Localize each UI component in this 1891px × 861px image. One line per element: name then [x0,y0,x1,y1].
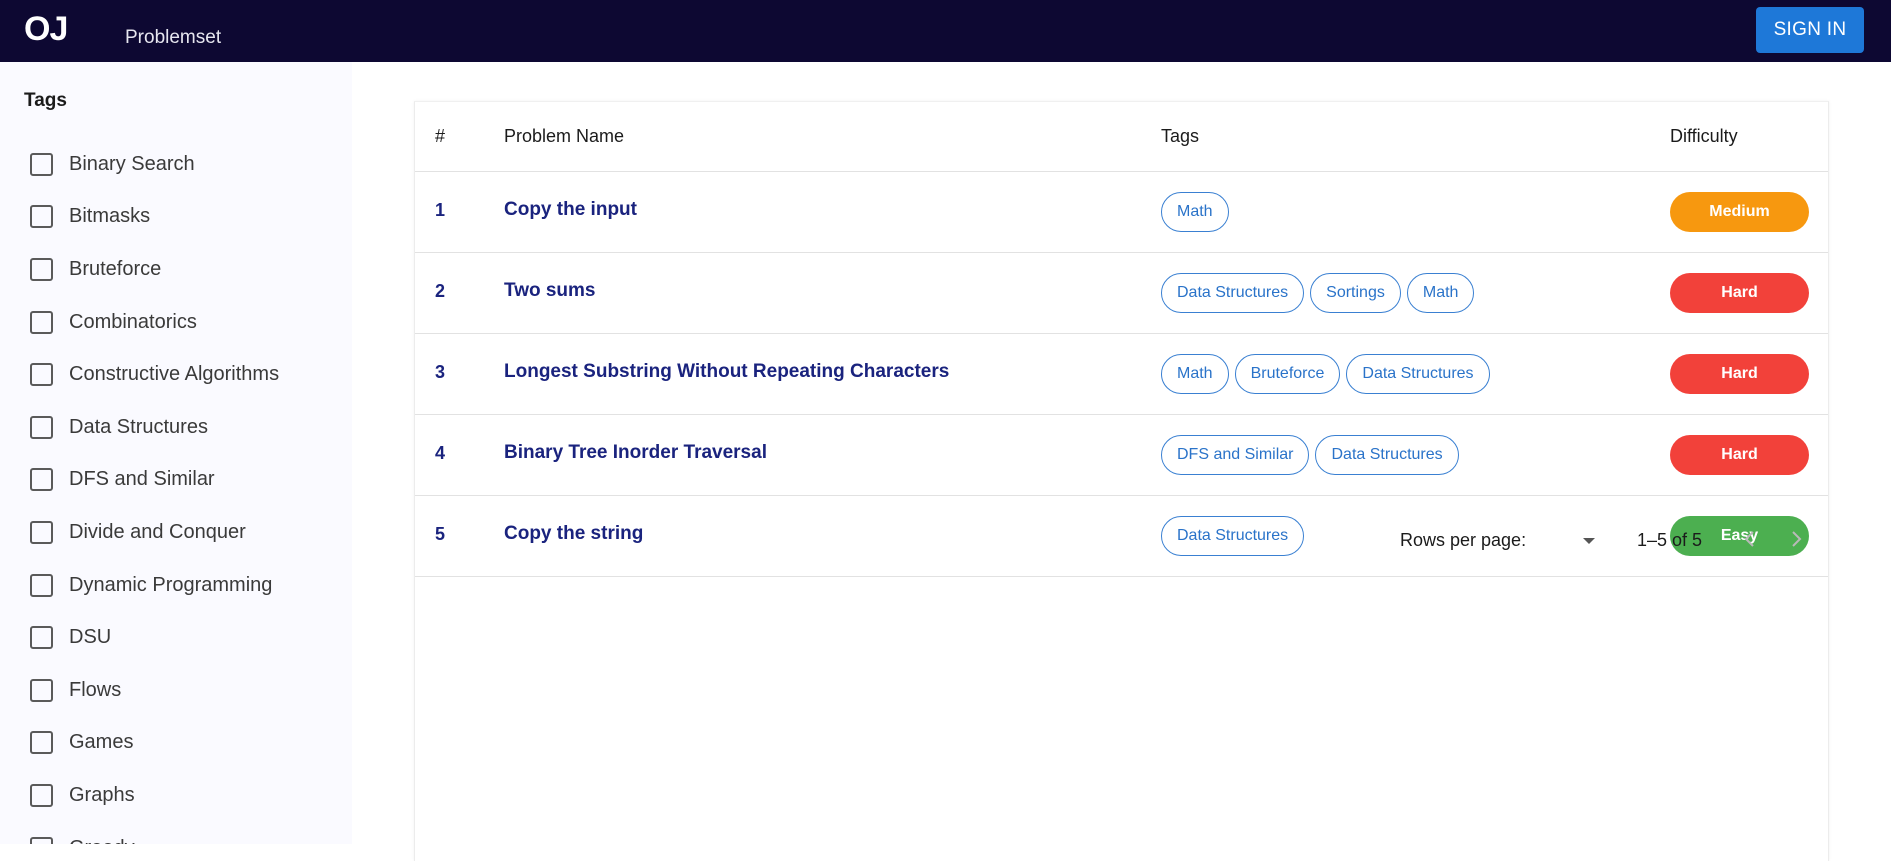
tag-label: DSU [69,626,112,649]
tag-filter-item[interactable]: Dynamic Programming [30,559,279,612]
tag-chip[interactable]: Data Structures [1346,354,1490,394]
tag-chip[interactable]: Math [1161,354,1229,394]
tag-checkbox[interactable] [30,731,53,755]
tag-chip[interactable]: Data Structures [1161,273,1305,313]
tag-filter-item[interactable]: Bitmasks [30,191,279,244]
tag-label: Greedy [69,837,135,844]
tag-filter-item[interactable]: Data Structures [30,401,279,454]
tag-filter-item[interactable]: DFS and Similar [30,454,279,507]
table-row: 4 Binary Tree Inorder Traversal DFS and Si… [415,415,1828,496]
problem-tags: Math Bruteforce Data Structures [1161,354,1490,394]
column-header-problem-name: Problem Name [504,126,625,146]
tag-checkbox[interactable] [30,836,53,844]
problem-number: 4 [435,443,446,463]
tag-filter-item[interactable]: Graphs [30,769,279,822]
tag-label: Flows [69,678,122,701]
problem-tags: Math [1161,192,1229,232]
tag-checkbox[interactable] [30,573,53,597]
tag-filter-item[interactable]: Flows [30,664,279,717]
problems-table: # Problem Name Tags Difficulty 1 Copy the… [414,101,1829,861]
tag-filter-item[interactable]: Games [30,717,279,770]
table-pagination: Rows per page: 1–5 of 5 [415,507,1828,577]
tag-chip[interactable]: Bruteforce [1234,354,1341,394]
tag-filter-item[interactable]: Bruteforce [30,243,279,296]
tag-checkbox[interactable] [30,468,53,492]
problem-tags: Data Structures Sortings Math [1161,273,1475,313]
tag-filter-item[interactable]: DSU [30,611,279,664]
nav-problemset-link[interactable]: Problemset [125,27,221,49]
tag-checkbox[interactable] [30,152,53,176]
tag-label: Bruteforce [69,257,162,280]
app-bar: OJ Problemset SIGN IN [0,0,1891,62]
tag-checkbox[interactable] [30,678,53,702]
problem-number: 2 [435,281,446,301]
table-header: # Problem Name Tags Difficulty [415,102,1828,172]
tag-filter-item[interactable]: Greedy [30,822,279,844]
tag-filter-item[interactable]: Divide and Conquer [30,506,279,559]
tag-checkbox[interactable] [30,205,53,229]
problem-name-link[interactable]: Binary Tree Inorder Traversal [504,442,767,464]
tag-chip[interactable]: Sortings [1310,273,1401,313]
sidebar-title: Tags [24,90,67,111]
chevron-left-icon [1744,531,1754,547]
tag-checkbox[interactable] [30,626,53,650]
tag-filter-item[interactable]: Constructive Algorithms [30,348,279,401]
tag-label: Graphs [69,783,135,806]
problem-name-link[interactable]: Longest Substring Without Repeating Char… [504,361,949,383]
tag-chip[interactable]: Math [1406,273,1475,313]
next-page-button[interactable] [1783,525,1811,553]
tag-filter-list: Binary Search Bitmasks Bruteforce Combinato… [30,138,279,844]
caret-down-icon [1583,538,1595,544]
tag-chip[interactable]: Math [1161,192,1229,232]
sign-in-button[interactable]: SIGN IN [1756,7,1864,53]
tag-label: Bitmasks [69,205,151,228]
tag-checkbox[interactable] [30,783,53,807]
tag-label: Games [69,731,134,754]
tag-checkbox[interactable] [30,363,53,387]
table-row: 2 Two sums Data Structures Sortings Math Hard [415,253,1828,334]
tag-label: Dynamic Programming [69,573,273,596]
rows-per-page-select[interactable] [1555,521,1605,561]
tag-label: Data Structures [69,415,208,438]
tag-chip[interactable]: DFS and Similar [1161,435,1310,475]
table-row: 1 Copy the input Math Medium [415,172,1828,253]
tag-checkbox[interactable] [30,415,53,439]
tag-checkbox[interactable] [30,310,53,334]
tag-filter-item[interactable]: Combinatorics [30,296,279,349]
problem-name-link[interactable]: Two sums [504,280,596,302]
column-header-tags: Tags [1161,126,1200,146]
problem-tags: DFS and Similar Data Structures [1161,435,1459,475]
tag-checkbox[interactable] [30,520,53,544]
table-row: 3 Longest Substring Without Repeating Cha… [415,334,1828,415]
column-header-difficulty: Difficulty [1670,126,1738,146]
problem-number: 1 [435,200,446,220]
tag-checkbox[interactable] [30,257,53,281]
difficulty-badge: Medium [1670,192,1809,232]
problem-name-link[interactable]: Copy the input [504,199,637,221]
tags-sidebar: Tags Binary Search Bitmasks Bruteforce Comb… [0,62,352,844]
tag-label: Combinatorics [69,310,197,333]
chevron-right-icon [1792,531,1802,547]
difficulty-badge: Hard [1670,435,1809,475]
pagination-range: 1–5 of 5 [1637,530,1703,550]
column-header-number: # [435,126,446,146]
tag-label: Constructive Algorithms [69,363,280,386]
tag-label: DFS and Similar [69,468,215,491]
tag-label: Divide and Conquer [69,520,246,543]
problem-number: 3 [435,362,446,382]
tag-filter-item[interactable]: Binary Search [30,138,279,191]
rows-per-page-label: Rows per page: [1400,530,1527,550]
tag-chip[interactable]: Data Structures [1315,435,1459,475]
difficulty-badge: Hard [1670,273,1809,313]
previous-page-button[interactable] [1735,525,1763,553]
tag-label: Binary Search [69,152,195,175]
app-logo[interactable]: OJ [24,10,68,49]
difficulty-badge: Hard [1670,354,1809,394]
